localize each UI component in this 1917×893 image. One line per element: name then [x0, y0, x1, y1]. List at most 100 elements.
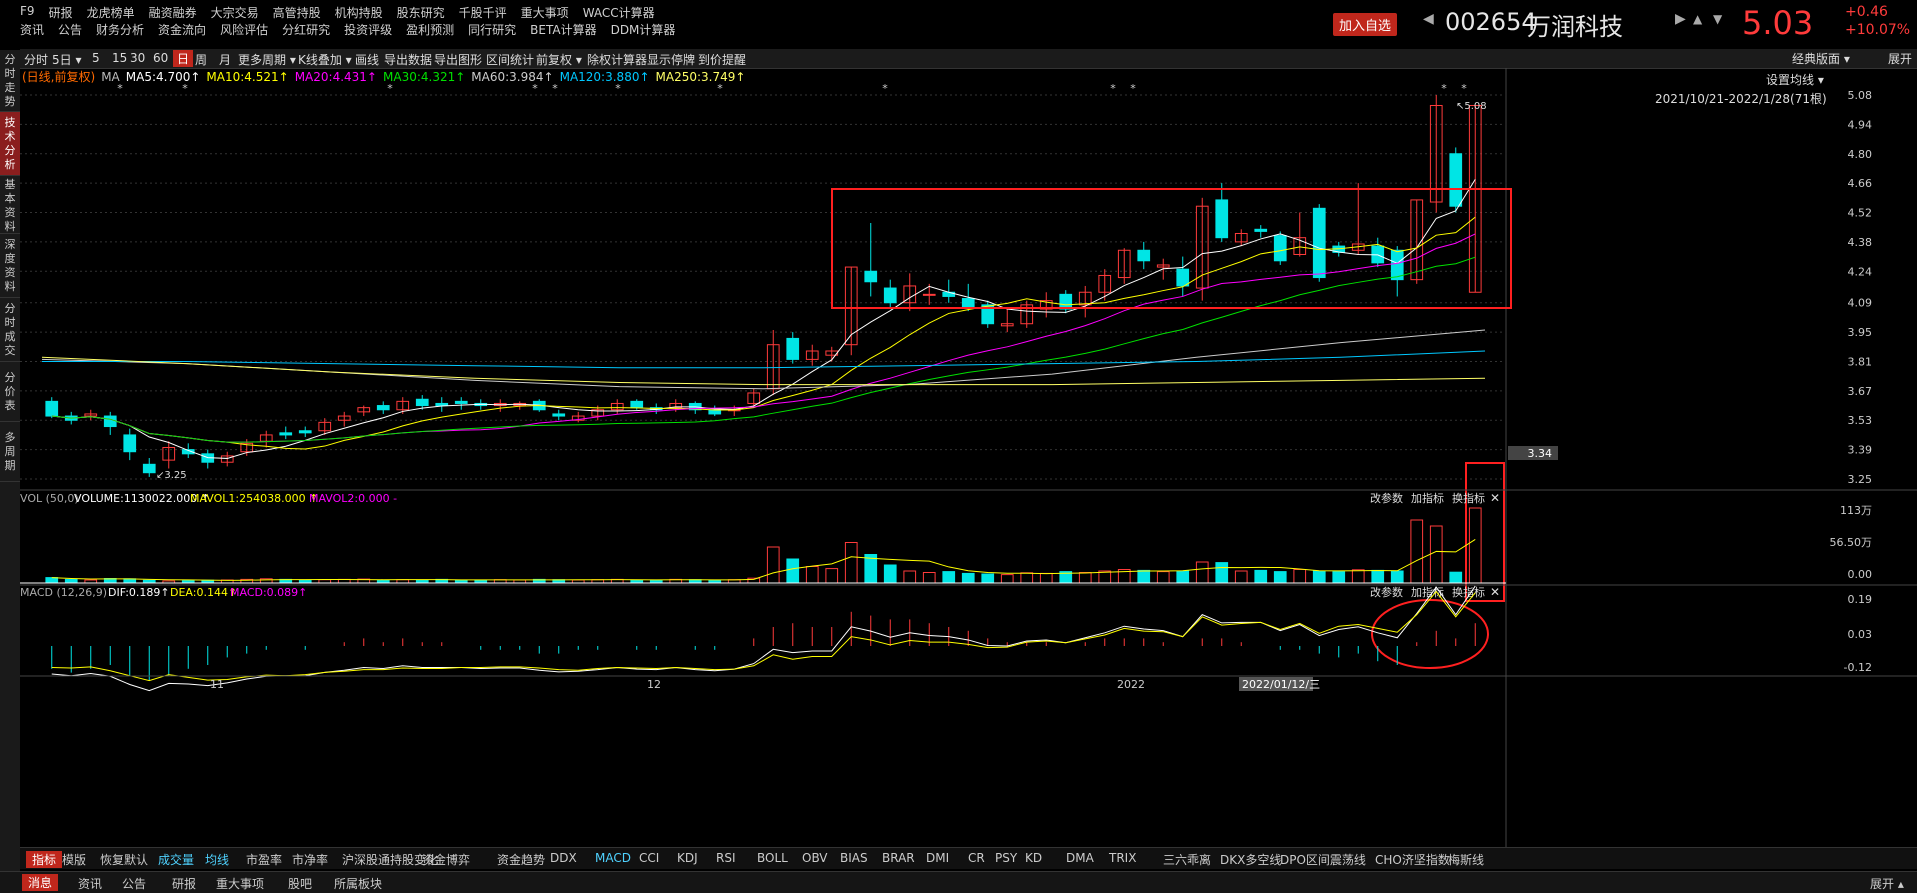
prev-stock-icon[interactable]: ◀	[1423, 11, 1434, 27]
status-tab[interactable]: 消息	[22, 874, 59, 891]
left-tab-1[interactable]: 技术分析	[0, 112, 20, 176]
left-tab-0[interactable]: 分时走势	[0, 50, 20, 112]
toolbar-item[interactable]: 前复权 ▾	[536, 51, 582, 68]
status-tab[interactable]: 研报	[172, 875, 196, 892]
event-marker-icon: *	[1441, 82, 1447, 95]
toolbar-item[interactable]: 分时	[24, 51, 48, 68]
top-nav-link[interactable]: 融资融券	[149, 4, 197, 21]
toolbar-item[interactable]: 60	[153, 51, 168, 65]
kline-chart[interactable]: 5.08 4.94 4.80 4.66 4.52 4.38 4.24 4.09 3.95 3.81…	[20, 68, 1917, 847]
indicator-tab[interactable]: CR	[968, 851, 985, 865]
indicator-tab[interactable]: TRIX	[1109, 851, 1136, 865]
indicator-tab[interactable]: 均线	[205, 851, 229, 868]
prev-stock-icon[interactable]: ▲	[1693, 12, 1702, 26]
indicator-tab[interactable]: CHO济坚指数	[1375, 851, 1450, 868]
toolbar-item[interactable]: 5	[92, 51, 100, 65]
top-nav-link[interactable]: 重大事项	[521, 4, 569, 21]
expand-button[interactable]: 展开	[1888, 50, 1912, 67]
toolbar-item[interactable]: 30	[130, 51, 145, 65]
left-tab-2[interactable]: 基本资料	[0, 176, 20, 234]
toolbar-item[interactable]: 区间统计	[486, 51, 534, 68]
top-nav-link[interactable]: 风险评估	[220, 21, 268, 38]
indicator-tab[interactable]: KDJ	[677, 851, 698, 865]
toolbar-item[interactable]: 导出图形	[434, 51, 482, 68]
indicator-tab[interactable]: 恢复默认	[100, 851, 148, 868]
indicator-tab[interactable]: 资金趋势	[497, 851, 545, 868]
top-nav-link[interactable]: 机构持股	[335, 4, 383, 21]
indicator-tab[interactable]: OBV	[802, 851, 828, 865]
top-nav-link[interactable]: 分红研究	[282, 21, 330, 38]
next-stock-icon[interactable]: ▼	[1713, 12, 1722, 26]
status-tab[interactable]: 重大事项	[216, 875, 264, 892]
indicator-tab[interactable]: 市盈率	[246, 851, 282, 868]
indicator-tab[interactable]: DMI	[926, 851, 949, 865]
top-nav-link[interactable]: BETA计算器	[530, 21, 596, 38]
volume-bar	[786, 558, 800, 584]
indicator-tab[interactable]: 成交量	[158, 851, 194, 868]
status-tab[interactable]: 股吧	[288, 875, 312, 892]
status-expand-button[interactable]: 展开 ▴	[1870, 875, 1904, 892]
left-tab-5[interactable]: 分价表	[0, 362, 20, 422]
top-nav-link[interactable]: 龙虎榜单	[87, 4, 135, 21]
indicator-tab[interactable]: BIAS	[840, 851, 868, 865]
mavol2-value: MAVOL2:0.000 -	[309, 492, 397, 505]
top-nav-link[interactable]: 同行研究	[468, 21, 516, 38]
add-watchlist-button[interactable]: 加入自选	[1333, 13, 1398, 36]
indicator-tab[interactable]: KD	[1025, 851, 1042, 865]
top-nav-link[interactable]: 财务分析	[96, 21, 144, 38]
low-label: ↙3.25	[156, 470, 187, 481]
toolbar-item[interactable]: 除权计算器	[587, 51, 647, 68]
indicator-tab[interactable]: BOLL	[757, 851, 788, 865]
indicator-tab[interactable]: DMA	[1066, 851, 1094, 865]
status-tab[interactable]: 资讯	[78, 875, 102, 892]
left-tab-4[interactable]: 分时成交	[0, 298, 20, 362]
indicator-tab[interactable]: 市净率	[292, 851, 328, 868]
toolbar-item[interactable]: 画线	[355, 51, 379, 68]
indicator-tab[interactable]: 资金博弈	[422, 851, 470, 868]
indicator-tab[interactable]: 指标	[26, 851, 63, 868]
top-nav-link[interactable]: 研报	[49, 4, 73, 21]
layout-select[interactable]: 经典版面 ▾	[1792, 50, 1850, 67]
indicator-tab[interactable]: DPO区间震荡线	[1280, 851, 1366, 868]
toolbar-item[interactable]: 日	[173, 50, 194, 67]
indicator-tab[interactable]: MACD	[595, 851, 631, 865]
top-nav-link[interactable]: F9	[20, 4, 35, 21]
toolbar-item[interactable]: 周	[195, 51, 207, 68]
toolbar-item[interactable]: 5日 ▾	[52, 51, 81, 68]
top-nav-link[interactable]: 投资评级	[344, 21, 392, 38]
indicator-tab[interactable]: PSY	[995, 851, 1017, 865]
top-nav-link[interactable]: 大宗交易	[211, 4, 259, 21]
indicator-tab[interactable]: RSI	[716, 851, 736, 865]
left-tab-3[interactable]: 深度资料	[0, 234, 20, 298]
indicator-tab[interactable]: BRAR	[882, 851, 915, 865]
top-nav-link[interactable]: 盈利预测	[406, 21, 454, 38]
indicator-tab[interactable]: 三六乖离	[1163, 851, 1211, 868]
next-stock-icon[interactable]: ▶	[1675, 11, 1686, 27]
status-tab[interactable]: 公告	[122, 875, 146, 892]
indicator-tab[interactable]: CCI	[639, 851, 659, 865]
top-nav-link[interactable]: 资金流向	[158, 21, 206, 38]
top-nav-link[interactable]: WACC计算器	[583, 4, 655, 21]
toolbar-item[interactable]: 15	[112, 51, 127, 65]
toolbar-item[interactable]: 导出数据	[384, 51, 432, 68]
indicator-tab[interactable]: 模版	[62, 851, 86, 868]
left-tab-6[interactable]: 多周期	[0, 422, 20, 482]
volume-bar	[1176, 570, 1190, 584]
top-nav-link[interactable]: 股东研究	[397, 4, 445, 21]
price-change: +0.46	[1845, 4, 1888, 20]
top-nav-link[interactable]: 资讯	[20, 21, 44, 38]
indicator-tab[interactable]: DDX	[550, 851, 577, 865]
top-nav-link[interactable]: 公告	[58, 21, 82, 38]
top-nav-link[interactable]: DDM计算器	[611, 21, 676, 38]
status-tab[interactable]: 所属板块	[334, 875, 382, 892]
toolbar-item[interactable]: 显示停牌	[647, 51, 695, 68]
price-change-pct: +10.07%	[1845, 22, 1911, 38]
indicator-tab[interactable]: 梅斯线	[1448, 851, 1484, 868]
toolbar-item[interactable]: K线叠加 ▾	[298, 51, 352, 68]
toolbar-item[interactable]: 到价提醒	[698, 51, 746, 68]
toolbar-item[interactable]: 更多周期 ▾	[238, 51, 296, 68]
top-nav-link[interactable]: 千股千评	[459, 4, 507, 21]
toolbar-item[interactable]: 月	[219, 51, 231, 68]
top-nav-link[interactable]: 高管持股	[273, 4, 321, 21]
indicator-tab[interactable]: DKX多空线	[1220, 851, 1281, 868]
